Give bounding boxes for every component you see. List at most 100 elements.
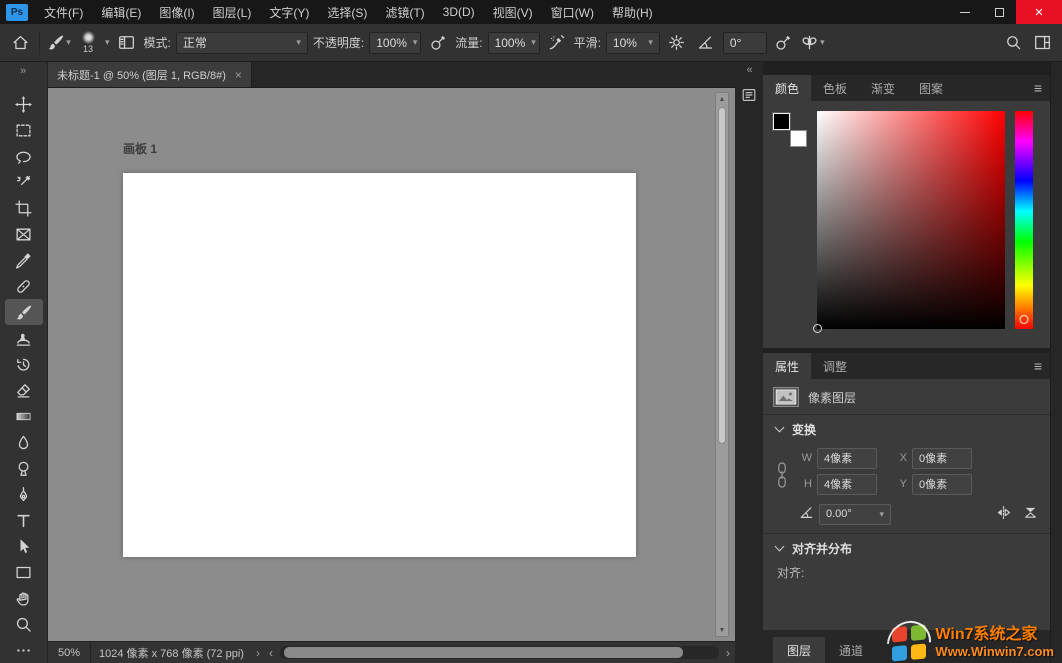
menu-filter[interactable]: 滤镜(T) <box>376 0 433 24</box>
tab-layers[interactable]: 图层 <box>773 637 825 663</box>
tool-frame[interactable] <box>5 221 43 247</box>
y-position-input[interactable]: 0像素 <box>912 474 972 495</box>
align-section-header[interactable]: 对齐并分布 <box>763 534 1050 562</box>
smoothing-options-button[interactable] <box>665 30 689 56</box>
vertical-scrollbar-thumb[interactable] <box>718 107 726 444</box>
collapsed-panel-button[interactable] <box>738 84 760 106</box>
flip-horizontal-button[interactable] <box>996 505 1011 523</box>
saturation-brightness-field[interactable] <box>817 111 1005 329</box>
artboard-canvas[interactable] <box>123 173 636 557</box>
status-menu-chevron-icon[interactable]: › <box>256 646 260 660</box>
menu-layer[interactable]: 图层(L) <box>204 0 261 24</box>
hue-slider-indicator[interactable] <box>1020 315 1029 324</box>
scroll-up-icon[interactable]: ▲ <box>719 93 726 105</box>
menu-image[interactable]: 图像(I) <box>150 0 203 24</box>
tab-properties[interactable]: 属性 <box>763 353 811 379</box>
hue-slider[interactable] <box>1015 111 1033 329</box>
home-button[interactable] <box>8 30 32 56</box>
tool-move[interactable] <box>5 91 43 117</box>
height-input[interactable]: 4像素 <box>817 474 877 495</box>
tool-zoom[interactable] <box>5 611 43 637</box>
pressure-opacity-button[interactable] <box>426 30 450 56</box>
panel-menu-icon[interactable]: ≡ <box>1034 353 1042 379</box>
menu-window[interactable]: 窗口(W) <box>542 0 603 24</box>
link-dimensions-icon[interactable] <box>775 453 789 500</box>
brush-preset-picker[interactable]: 13 <box>76 31 100 54</box>
tool-dodge[interactable] <box>5 455 43 481</box>
zoom-level-input[interactable]: 50% <box>48 642 91 663</box>
maximize-button[interactable] <box>982 0 1016 24</box>
tab-adjustments[interactable]: 调整 <box>811 353 859 379</box>
document-tab[interactable]: 未标题-1 @ 50% (图层 1, RGB/8#) × <box>48 62 252 87</box>
toolbar-collapse-button[interactable]: » <box>0 62 47 79</box>
flip-vertical-button[interactable] <box>1023 505 1038 523</box>
panel-menu-icon[interactable]: ≡ <box>1034 75 1042 101</box>
horizontal-scrollbar-thumb[interactable] <box>284 647 684 658</box>
menu-type[interactable]: 文字(Y) <box>260 0 318 24</box>
scroll-right-icon[interactable]: › <box>721 646 735 660</box>
tool-eyedropper[interactable] <box>5 247 43 273</box>
tool-lasso[interactable] <box>5 143 43 169</box>
search-button[interactable] <box>1001 30 1025 56</box>
tab-gradients[interactable]: 渐变 <box>859 75 907 101</box>
vertical-scrollbar[interactable]: ▲ ▼ <box>715 92 729 637</box>
expand-panels-button[interactable]: « <box>746 62 751 78</box>
tab-channels[interactable]: 通道 <box>825 637 877 663</box>
scroll-down-icon[interactable]: ▼ <box>719 624 726 636</box>
tool-object-selection[interactable] <box>5 169 43 195</box>
document-tab-title: 未标题-1 @ 50% (图层 1, RGB/8#) <box>57 67 226 83</box>
tool-rectangle-shape[interactable] <box>5 559 43 585</box>
brush-angle-input[interactable]: 0° <box>723 32 767 54</box>
smoothing-select[interactable]: 10% ▾ <box>606 32 660 54</box>
tool-brush[interactable] <box>5 299 43 325</box>
opacity-select[interactable]: 100% ▾ <box>369 32 421 54</box>
width-input[interactable]: 4像素 <box>817 448 877 469</box>
workspace-switcher-button[interactable] <box>1030 30 1054 56</box>
tool-crop[interactable] <box>5 195 43 221</box>
tab-color[interactable]: 颜色 <box>763 75 811 101</box>
menu-3d[interactable]: 3D(D) <box>434 0 484 24</box>
tool-gradient[interactable] <box>5 403 43 429</box>
foreground-color-swatch[interactable] <box>773 113 790 130</box>
tool-pen[interactable] <box>5 481 43 507</box>
minimize-button[interactable] <box>948 0 982 24</box>
transform-section-header[interactable]: 变换 <box>763 415 1050 443</box>
tool-history-brush[interactable] <box>5 351 43 377</box>
menu-select[interactable]: 选择(S) <box>318 0 376 24</box>
tool-eraser[interactable] <box>5 377 43 403</box>
menu-edit[interactable]: 编辑(E) <box>92 0 150 24</box>
tool-type[interactable] <box>5 507 43 533</box>
scroll-left-icon[interactable]: ‹ <box>264 646 278 660</box>
tab-close-icon[interactable]: × <box>235 68 242 82</box>
paint-symmetry-button[interactable]: ▾ <box>801 30 825 56</box>
flow-select[interactable]: 100% ▾ <box>488 32 540 54</box>
tab-patterns[interactable]: 图案 <box>907 75 955 101</box>
tool-preset-picker[interactable]: ▾ <box>47 30 71 56</box>
menu-help[interactable]: 帮助(H) <box>603 0 662 24</box>
tab-swatches[interactable]: 色板 <box>811 75 859 101</box>
tool-hand[interactable] <box>5 585 43 611</box>
blend-mode-select[interactable]: 正常 ▾ <box>176 32 308 54</box>
tool-rectangular-marquee[interactable] <box>5 117 43 143</box>
horizontal-scrollbar[interactable] <box>280 646 719 659</box>
tool-spot-healing-brush[interactable] <box>5 273 43 299</box>
airbrush-button[interactable] <box>545 30 569 56</box>
tool-clone-stamp[interactable] <box>5 325 43 351</box>
menu-file[interactable]: 文件(F) <box>35 0 92 24</box>
rotate-angle-select[interactable]: 0.00° ▾ <box>819 504 891 525</box>
artboard-label[interactable]: 画板 1 <box>123 140 157 157</box>
chevron-down-icon <box>775 542 785 552</box>
pressure-size-button[interactable] <box>772 30 796 56</box>
close-button[interactable]: × <box>1016 0 1062 24</box>
toggle-brush-settings-button[interactable] <box>115 30 139 56</box>
chevron-down-icon[interactable]: ▾ <box>105 37 110 48</box>
tool-blur[interactable] <box>5 429 43 455</box>
menu-view[interactable]: 视图(V) <box>484 0 542 24</box>
background-color-swatch[interactable] <box>790 130 807 147</box>
color-picker-indicator[interactable] <box>813 324 822 333</box>
x-position-input[interactable]: 0像素 <box>912 448 972 469</box>
properties-panel-body: 像素图层 变换 W 4像素 X 0像素 H 4像素 <box>763 379 1050 630</box>
edit-toolbar-button[interactable] <box>5 637 43 663</box>
tool-path-selection[interactable] <box>5 533 43 559</box>
butterfly-symmetry-icon <box>801 34 818 51</box>
